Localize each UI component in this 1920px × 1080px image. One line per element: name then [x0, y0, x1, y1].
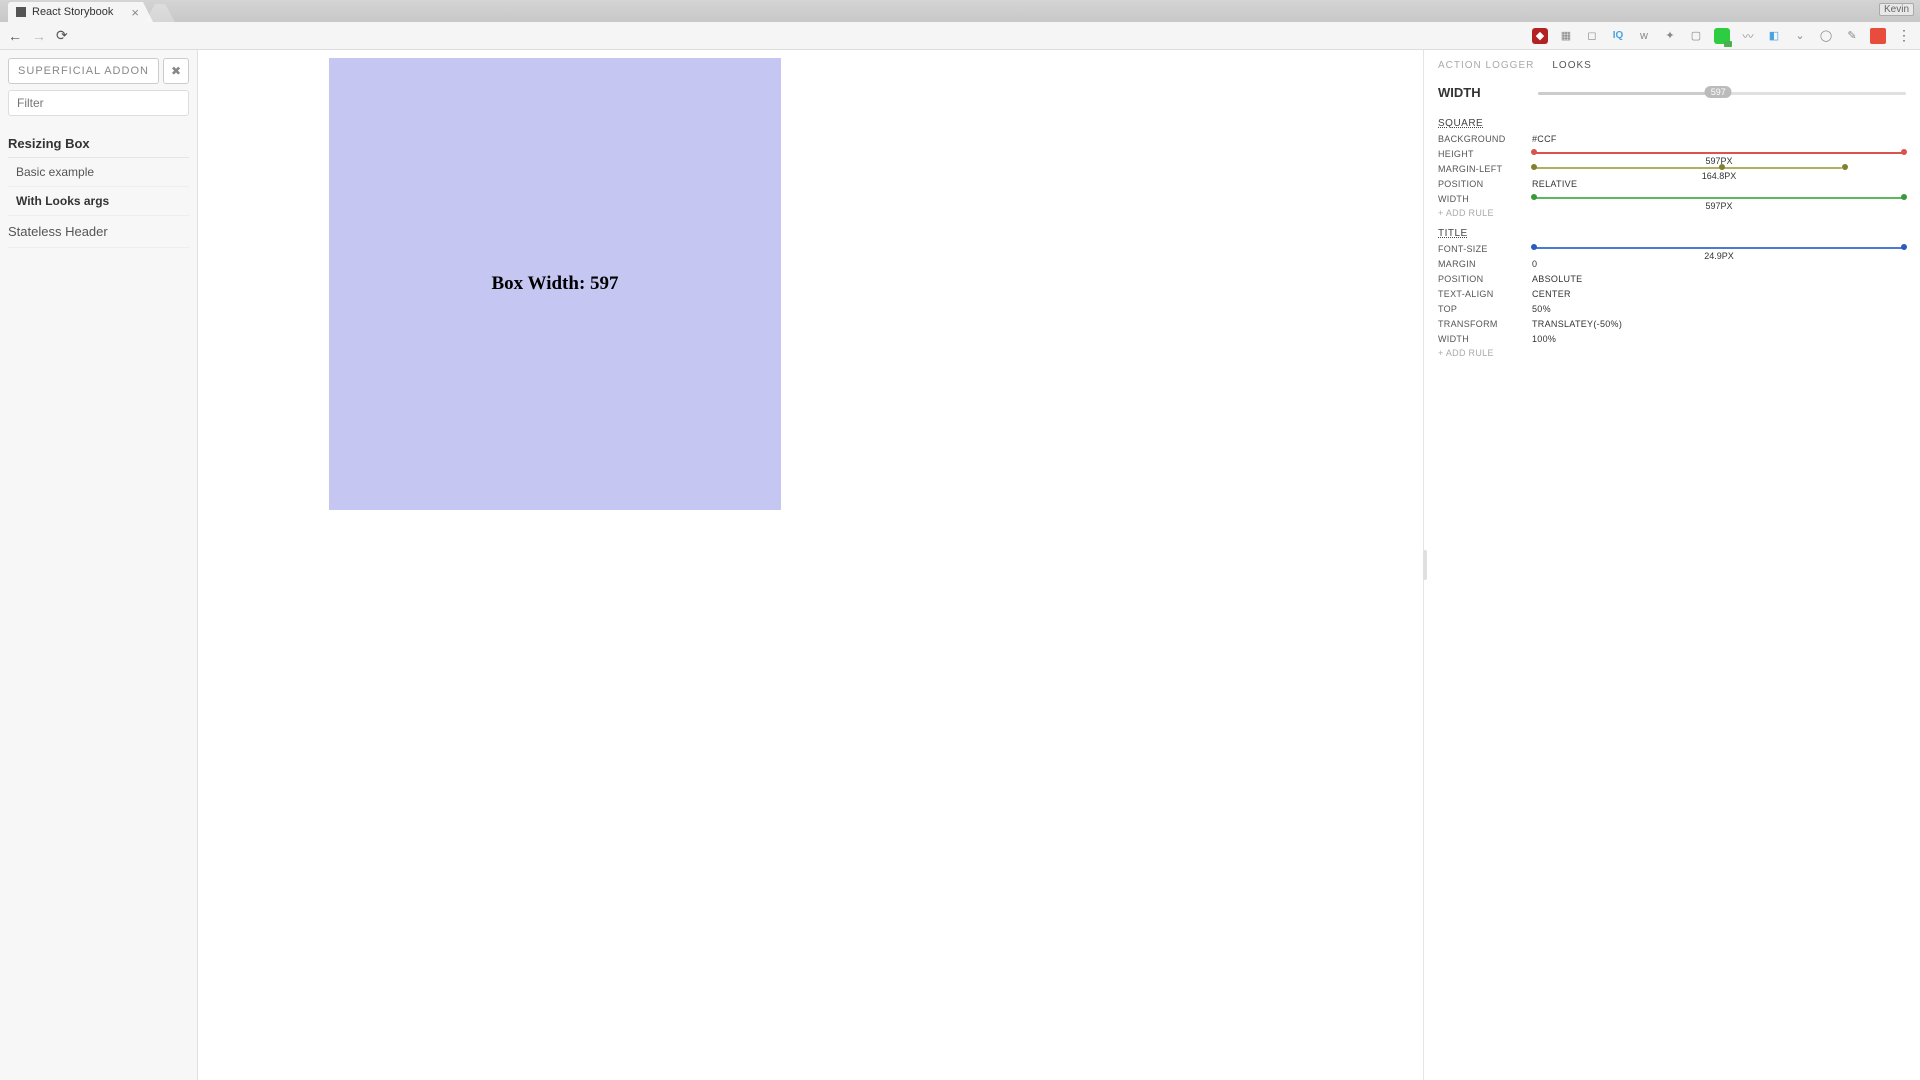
ext-icon-12[interactable]: ◯ [1818, 28, 1834, 44]
rule-label: MARGIN-LEFT [1438, 164, 1532, 174]
preview-canvas: Box Width: 597 [198, 50, 1423, 1080]
rule-value[interactable]: CENTER [1532, 289, 1571, 299]
canvas-area: Box Width: 597 [198, 50, 1423, 1080]
tree-group-stateless-header[interactable]: Stateless Header [8, 216, 189, 248]
tree-item-with-looks-args[interactable]: With Looks args [8, 187, 189, 216]
browser-chrome: React Storybook × Kevin ← → ⟳ ◆ ▦ ◻ IQ w… [0, 0, 1920, 50]
rule-value[interactable]: #CCF [1532, 134, 1557, 144]
group-header-square[interactable]: SQUARE [1438, 118, 1906, 129]
ext-green-icon[interactable] [1714, 28, 1730, 44]
rule-label: HEIGHT [1438, 149, 1532, 159]
width-control-row: WIDTH 597 [1438, 85, 1906, 100]
rule-slider[interactable]: 597PX [1532, 195, 1906, 203]
width-control-label: WIDTH [1438, 85, 1524, 100]
tab-bar: React Storybook × Kevin [0, 0, 1920, 22]
rule-row: HEIGHT597PX [1438, 147, 1906, 161]
tree-group-resizing-box[interactable]: Resizing Box [8, 130, 189, 157]
rule-value[interactable]: ABSOLUTE [1532, 274, 1582, 284]
filter-input[interactable] [8, 90, 189, 116]
rule-value[interactable]: TRANSLATEY(-50%) [1532, 319, 1622, 329]
pocket-icon[interactable]: ⌄ [1792, 28, 1808, 44]
rule-slider-value: 24.9PX [1704, 251, 1734, 261]
profile-badge[interactable]: Kevin [1879, 3, 1914, 16]
nav-bar: ← → ⟳ ◆ ▦ ◻ IQ w ✦ ▢ 〰 ◧ ⌄ ◯ ✎ ⋮ [0, 22, 1920, 50]
panel-tabs: ACTION LOGGER LOOKS [1424, 50, 1920, 79]
rule-row: POSITIONRELATIVE [1438, 177, 1906, 191]
browser-tab[interactable]: React Storybook × [8, 2, 153, 22]
tab-favicon-icon [16, 7, 26, 17]
rule-row: MARGIN-LEFT164.8PX [1438, 162, 1906, 176]
ext-red-icon[interactable] [1870, 28, 1886, 44]
rule-row: WIDTH597PX [1438, 192, 1906, 206]
rule-row: TOP50% [1438, 302, 1906, 316]
rule-label: TEXT-ALIGN [1438, 289, 1532, 299]
rule-label: TRANSFORM [1438, 319, 1532, 329]
rule-row: TEXT-ALIGNCENTER [1438, 287, 1906, 301]
rule-slider[interactable]: 597PX [1532, 150, 1906, 158]
tab-action-logger[interactable]: ACTION LOGGER [1438, 60, 1534, 71]
ext-star-icon[interactable]: ✦ [1662, 28, 1678, 44]
rule-row: MARGIN0 [1438, 257, 1906, 271]
rule-label: BACKGROUND [1438, 134, 1532, 144]
tab-looks[interactable]: LOOKS [1552, 60, 1591, 71]
tree: Resizing Box Basic example With Looks ar… [8, 130, 189, 248]
add-rule-button[interactable]: + ADD RULE [1438, 208, 1906, 218]
addon-panel: ACTION LOGGER LOOKS WIDTH 597 SQUARE BACK… [1423, 50, 1920, 1080]
addon-close-button[interactable]: ✖ [163, 58, 189, 84]
resizing-box: Box Width: 597 [329, 58, 781, 510]
rule-value[interactable]: 0 [1532, 259, 1537, 269]
ext-icon-7[interactable]: ▢ [1688, 28, 1704, 44]
ublock-icon[interactable]: ◆ [1532, 28, 1548, 44]
rule-slider-value: 597PX [1705, 201, 1732, 211]
rule-value[interactable]: 100% [1532, 334, 1556, 344]
rule-label: TOP [1438, 304, 1532, 314]
extension-icons: ◆ ▦ ◻ IQ w ✦ ▢ 〰 ◧ ⌄ ◯ ✎ ⋮ [1532, 28, 1912, 44]
ext-w-icon[interactable]: w [1636, 28, 1652, 44]
sidebar: SUPERFICIAL ADDON ✖ Resizing Box Basic e… [0, 50, 198, 1080]
ext-icon-3[interactable]: ◻ [1584, 28, 1600, 44]
addon-button[interactable]: SUPERFICIAL ADDON [8, 58, 159, 84]
reload-icon[interactable]: ⟳ [56, 27, 68, 44]
rule-label: WIDTH [1438, 334, 1532, 344]
ext-m-icon[interactable]: 〰 [1740, 28, 1756, 44]
ext-blue-icon[interactable]: ◧ [1766, 28, 1782, 44]
rule-label: FONT-SIZE [1438, 244, 1532, 254]
rule-row: FONT-SIZE24.9PX [1438, 242, 1906, 256]
rule-value[interactable]: RELATIVE [1532, 179, 1577, 189]
rule-slider[interactable]: 24.9PX [1532, 245, 1906, 253]
storybook-app: SUPERFICIAL ADDON ✖ Resizing Box Basic e… [0, 50, 1920, 1080]
add-rule-button[interactable]: + ADD RULE [1438, 348, 1906, 358]
rule-label: POSITION [1438, 274, 1532, 284]
tab-title: React Storybook [32, 6, 113, 18]
rule-row: BACKGROUND#CCF [1438, 132, 1906, 146]
rule-label: POSITION [1438, 179, 1532, 189]
back-icon[interactable]: ← [8, 28, 22, 44]
nav-controls: ← → ⟳ [8, 27, 68, 44]
box-title: Box Width: 597 [329, 273, 781, 295]
panel-resize-handle[interactable] [1423, 550, 1427, 580]
rule-row: POSITIONABSOLUTE [1438, 272, 1906, 286]
rule-slider[interactable]: 164.8PX [1532, 165, 1906, 173]
group-header-title[interactable]: TITLE [1438, 228, 1906, 239]
rule-row: WIDTH100% [1438, 332, 1906, 346]
rule-row: TRANSFORMTRANSLATEY(-50%) [1438, 317, 1906, 331]
width-value-badge: 597 [1705, 86, 1732, 98]
rule-label: WIDTH [1438, 194, 1532, 204]
rule-value[interactable]: 50% [1532, 304, 1551, 314]
browser-menu-icon[interactable]: ⋮ [1896, 28, 1912, 44]
tree-item-basic-example[interactable]: Basic example [8, 158, 189, 187]
tab-close-icon[interactable]: × [131, 5, 139, 20]
ext-icon-13[interactable]: ✎ [1844, 28, 1860, 44]
rule-slider-value: 164.8PX [1702, 171, 1737, 181]
new-tab-button[interactable] [145, 4, 175, 22]
forward-icon: → [32, 28, 46, 44]
rule-label: MARGIN [1438, 259, 1532, 269]
width-slider[interactable]: 597 [1538, 86, 1906, 100]
ext-icon-2[interactable]: ▦ [1558, 28, 1574, 44]
ext-iq-icon[interactable]: IQ [1610, 28, 1626, 44]
